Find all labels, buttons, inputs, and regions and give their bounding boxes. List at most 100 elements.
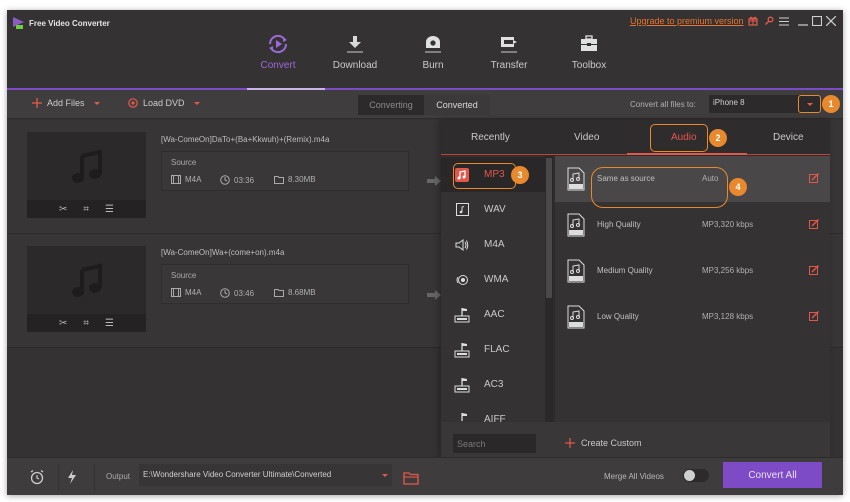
trim-scissors-icon[interactable]: ✂ bbox=[59, 318, 67, 329]
nav-burn[interactable]: Burn bbox=[398, 32, 468, 71]
convert-all-label: Convert all files to: bbox=[630, 100, 696, 109]
edit-icon[interactable] bbox=[809, 219, 819, 229]
lightning-icon[interactable] bbox=[64, 469, 80, 485]
create-custom-button[interactable]: Create Custom bbox=[565, 438, 642, 448]
effects-sliders-icon[interactable]: ☰ bbox=[105, 318, 114, 329]
edit-icon[interactable] bbox=[809, 173, 819, 183]
convert-icon bbox=[266, 32, 290, 56]
edit-icon[interactable] bbox=[809, 265, 819, 275]
trim-scissors-icon[interactable]: ✂ bbox=[59, 204, 67, 215]
film-icon bbox=[171, 288, 181, 297]
quality-value: MP3,128 kbps bbox=[702, 312, 754, 321]
app-title: Free Video Converter bbox=[13, 17, 110, 29]
add-files-dropdown-icon[interactable] bbox=[93, 101, 100, 105]
nav-toolbox[interactable]: Toolbox bbox=[554, 32, 624, 71]
size-meta: 8.30MB bbox=[274, 175, 316, 184]
toolbar: Add Files Load DVD Converting Converted … bbox=[7, 90, 843, 119]
active-tab-underline bbox=[627, 153, 747, 155]
tab-converted[interactable]: Converted bbox=[424, 95, 490, 115]
annotation-badge-1: 1 bbox=[822, 95, 840, 113]
flac-icon bbox=[454, 342, 470, 358]
nav-convert[interactable]: Convert bbox=[243, 32, 313, 71]
format-label: WAV bbox=[484, 204, 506, 215]
tab-video[interactable]: Video bbox=[574, 132, 599, 143]
file-format: M4A bbox=[185, 288, 202, 297]
load-dvd-dropdown-icon[interactable] bbox=[193, 101, 200, 105]
speaker-icon bbox=[454, 237, 470, 253]
merge-all-videos-label: Merge All Videos bbox=[604, 472, 664, 481]
format-item-wma[interactable]: WMA bbox=[441, 262, 545, 297]
nav-download[interactable]: Download bbox=[320, 32, 390, 71]
toolbox-icon bbox=[579, 32, 599, 56]
film-icon bbox=[171, 175, 181, 184]
format-search-input[interactable] bbox=[453, 434, 536, 453]
format-label: FLAC bbox=[484, 344, 510, 355]
edit-icon[interactable] bbox=[809, 311, 819, 321]
format-meta: M4A bbox=[171, 288, 201, 297]
chevron-down-icon[interactable] bbox=[382, 474, 388, 477]
file-thumbnail: ✂ ⌗ ☰ bbox=[27, 132, 146, 218]
output-label: Output bbox=[106, 472, 131, 481]
add-files-label: Add Files bbox=[47, 98, 85, 108]
format-list-scrollbar[interactable] bbox=[545, 156, 553, 422]
menu-icon[interactable] bbox=[778, 14, 790, 28]
tab-device[interactable]: Device bbox=[773, 132, 804, 143]
crop-icon[interactable]: ⌗ bbox=[83, 318, 89, 329]
annotation-badge-3: 3 bbox=[511, 166, 529, 184]
format-tabs: Recently Video Audio Device bbox=[441, 120, 830, 155]
quality-name: Medium Quality bbox=[597, 266, 653, 275]
convert-all-button[interactable]: Convert All bbox=[723, 462, 822, 488]
source-label: Source bbox=[171, 271, 197, 280]
format-label: AC3 bbox=[484, 379, 504, 390]
output-path-select[interactable]: E:\Wondershare Video Converter Ultimate\… bbox=[139, 464, 392, 486]
annotation-highlight-same-as-source bbox=[591, 167, 728, 208]
quality-name: High Quality bbox=[597, 220, 641, 229]
transfer-icon bbox=[499, 32, 519, 56]
quality-value: MP3,320 kbps bbox=[702, 220, 754, 229]
key-icon[interactable] bbox=[763, 14, 775, 28]
file-format: M4A bbox=[185, 175, 202, 184]
format-item-m4a[interactable]: M4A bbox=[441, 227, 545, 262]
convert-all-dropdown-button[interactable] bbox=[798, 95, 821, 113]
arrow-right-icon bbox=[427, 176, 441, 186]
nav-transfer[interactable]: Transfer bbox=[474, 32, 544, 71]
annotation-badge-2: 2 bbox=[709, 129, 727, 147]
annotation-highlight-audio bbox=[650, 124, 708, 152]
quality-item-high[interactable]: High Quality MP3,320 kbps bbox=[555, 202, 830, 248]
maximize-icon[interactable] bbox=[811, 14, 823, 28]
aiff-icon bbox=[454, 412, 470, 423]
quality-item-low[interactable]: Low Quality MP3,128 kbps bbox=[555, 294, 830, 340]
format-item-aac[interactable]: AAC bbox=[441, 297, 545, 332]
source-info: Source M4A 03:46 8.68MB bbox=[161, 264, 409, 304]
tab-recently[interactable]: Recently bbox=[471, 132, 510, 143]
ac3-icon bbox=[454, 377, 470, 393]
alarm-clock-icon[interactable] bbox=[29, 469, 45, 485]
crop-icon[interactable]: ⌗ bbox=[83, 204, 89, 215]
open-folder-icon[interactable] bbox=[403, 470, 419, 486]
gift-icon[interactable] bbox=[747, 14, 759, 28]
merge-all-videos-toggle[interactable] bbox=[683, 469, 709, 482]
panel-footer: Create Custom bbox=[441, 422, 830, 460]
format-item-flac[interactable]: FLAC bbox=[441, 332, 545, 367]
close-icon[interactable] bbox=[825, 14, 837, 28]
file-thumbnail: ✂ ⌗ ☰ bbox=[27, 246, 146, 332]
convert-all-format-select[interactable]: iPhone 8 bbox=[709, 95, 799, 113]
format-item-wav[interactable]: WAV bbox=[441, 192, 545, 227]
nav-burn-label: Burn bbox=[422, 60, 444, 71]
app-logo-icon bbox=[13, 17, 25, 29]
format-label: M4A bbox=[484, 239, 505, 250]
minimize-icon[interactable] bbox=[797, 14, 809, 28]
format-item-ac3[interactable]: AC3 bbox=[441, 367, 545, 402]
burn-icon bbox=[423, 32, 443, 56]
upgrade-link[interactable]: Upgrade to premium version bbox=[630, 16, 744, 26]
format-item-aiff[interactable]: AIFF bbox=[441, 402, 545, 422]
add-files-button[interactable]: Add Files bbox=[32, 98, 100, 108]
music-note-icon bbox=[27, 246, 146, 314]
effects-sliders-icon[interactable]: ☰ bbox=[105, 204, 114, 215]
status-tabs: Converting Converted bbox=[358, 95, 490, 115]
quality-item-medium[interactable]: Medium Quality MP3,256 kbps bbox=[555, 248, 830, 294]
scrollbar-thumb[interactable] bbox=[546, 158, 552, 298]
load-dvd-button[interactable]: Load DVD bbox=[128, 98, 200, 108]
tab-converting[interactable]: Converting bbox=[358, 95, 424, 115]
medium-quality-file-icon bbox=[567, 259, 585, 283]
